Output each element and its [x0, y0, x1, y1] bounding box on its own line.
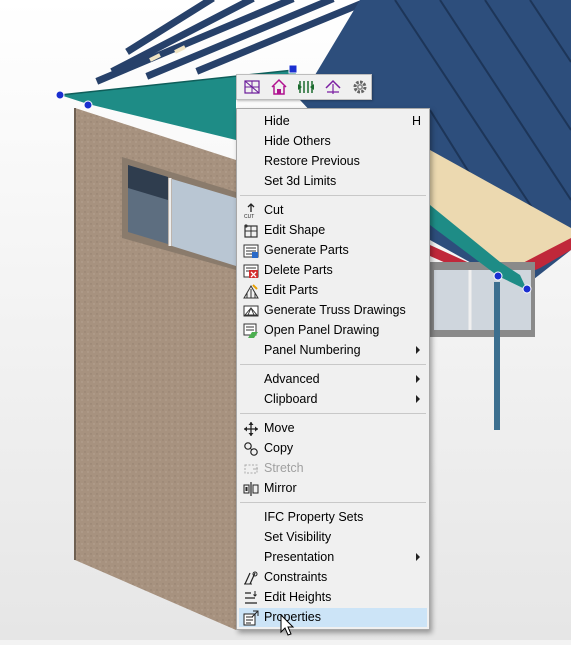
menu-item-label: Delete Parts	[264, 263, 333, 277]
menu-item-label: Cut	[264, 203, 284, 217]
menu-item-label: Edit Shape	[264, 223, 326, 237]
settings-button[interactable]	[348, 76, 371, 98]
submenu-arrow-icon	[416, 346, 420, 354]
generate-parts-icon	[242, 242, 259, 259]
menu-item-label: Advanced	[264, 372, 320, 386]
truss-grid-icon	[243, 80, 260, 94]
menu-item-label: Presentation	[264, 550, 335, 564]
menu-item-mirror[interactable]: Mirror	[239, 479, 427, 498]
stretch-icon	[242, 460, 259, 477]
menu-item-label: Clipboard	[264, 392, 318, 406]
menu-item-stretch[interactable]: Stretch	[239, 459, 427, 478]
post	[494, 282, 500, 430]
menu-item-label: Restore Previous	[264, 154, 360, 168]
menu-item-ifc-property-sets[interactable]: IFC Property Sets	[239, 508, 427, 527]
menu-item-label: Generate Parts	[264, 243, 349, 257]
menu-item-properties[interactable]: Properties	[239, 608, 427, 627]
menu-item-label: Generate Truss Drawings	[264, 303, 406, 317]
menu-item-generate-truss-drawings[interactable]: Generate Truss Drawings	[239, 301, 427, 320]
cut-icon: CUT	[242, 202, 259, 219]
move-icon	[242, 420, 259, 437]
menu-item-hide[interactable]: Hide H	[239, 112, 427, 131]
menu-item-panel-numbering[interactable]: Panel Numbering	[239, 341, 427, 360]
menu-item-set-3d-limits[interactable]: Set 3d Limits	[239, 172, 427, 191]
menu-item-copy[interactable]: Copy	[239, 439, 427, 458]
mouse-cursor-icon	[280, 614, 295, 636]
house-roof-icon	[270, 78, 287, 95]
menu-separator	[240, 413, 426, 414]
menu-item-label: Move	[264, 421, 295, 435]
split-panel-button[interactable]	[294, 76, 317, 98]
menu-item-label: Edit Parts	[264, 283, 319, 297]
menu-item-label: Set Visibility	[264, 530, 332, 544]
constraints-icon	[242, 569, 259, 586]
menu-item-label: Hide	[264, 114, 290, 128]
copy-icon	[242, 440, 259, 457]
menu-item-label: Hide Others	[264, 134, 331, 148]
shortcut-label: H	[411, 114, 421, 128]
truss-drawing-icon	[242, 302, 259, 319]
edit-heights-icon	[242, 589, 259, 606]
menu-item-constraints[interactable]: Constraints	[239, 568, 427, 587]
truss-grid-button[interactable]	[240, 76, 263, 98]
menu-item-edit-shape[interactable]: Edit Shape	[239, 221, 427, 240]
roof-arrow-button[interactable]	[321, 76, 344, 98]
menu-item-label: Stretch	[264, 461, 304, 475]
menu-item-generate-parts[interactable]: Generate Parts	[239, 241, 427, 260]
menu-item-cut[interactable]: CUT Cut	[239, 201, 427, 220]
menu-item-edit-heights[interactable]: Edit Heights	[239, 588, 427, 607]
roof-arrow-icon	[324, 79, 341, 94]
edit-parts-icon	[242, 282, 259, 299]
menu-separator	[240, 195, 426, 196]
menu-item-delete-parts[interactable]: Delete Parts	[239, 261, 427, 280]
menu-item-clipboard[interactable]: Clipboard	[239, 390, 427, 409]
menu-item-label: Panel Numbering	[264, 343, 361, 357]
menu-item-move[interactable]: Move	[239, 419, 427, 438]
menu-item-label: Edit Heights	[264, 590, 332, 604]
quick-toolbar	[236, 74, 372, 100]
properties-icon	[242, 609, 259, 626]
menu-item-label: Open Panel Drawing	[264, 323, 380, 337]
menu-item-label: IFC Property Sets	[264, 510, 364, 524]
gear-icon	[353, 80, 366, 94]
menu-item-set-visibility[interactable]: Set Visibility	[239, 528, 427, 547]
menu-item-hide-others[interactable]: Hide Others	[239, 132, 427, 151]
submenu-arrow-icon	[416, 553, 420, 561]
context-menu: Hide H Hide Others Restore Previous Set …	[236, 108, 430, 630]
edit-shape-icon	[242, 222, 259, 239]
menu-item-label: Mirror	[264, 481, 297, 495]
house-roof-button[interactable]	[267, 76, 290, 98]
submenu-arrow-icon	[416, 375, 420, 383]
menu-item-open-panel-drawing[interactable]: Open Panel Drawing	[239, 321, 427, 340]
menu-item-edit-parts[interactable]: Edit Parts	[239, 281, 427, 300]
menu-item-restore-previous[interactable]: Restore Previous	[239, 152, 427, 171]
menu-separator	[240, 364, 426, 365]
mirror-icon	[242, 480, 259, 497]
panel-drawing-icon	[242, 322, 259, 339]
submenu-arrow-icon	[416, 395, 420, 403]
split-panel-icon	[297, 81, 314, 93]
menu-separator	[240, 502, 426, 503]
menu-item-presentation[interactable]: Presentation	[239, 548, 427, 567]
delete-parts-icon	[242, 262, 259, 279]
menu-item-label: Copy	[264, 441, 294, 455]
menu-item-label: Constraints	[264, 570, 328, 584]
menu-item-advanced[interactable]: Advanced	[239, 370, 427, 389]
menu-item-label: Set 3d Limits	[264, 174, 337, 188]
svg-text:CUT: CUT	[244, 214, 254, 219]
